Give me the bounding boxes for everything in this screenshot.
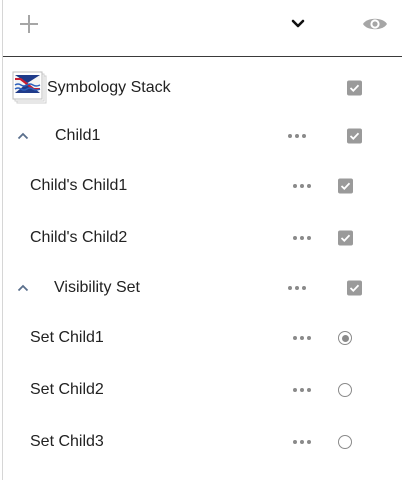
tree-row-set-child3[interactable]: Set Child3: [3, 422, 402, 462]
toolbar-divider: [3, 56, 402, 57]
visibility-checkbox[interactable]: [347, 128, 362, 144]
more-options-button[interactable]: [293, 233, 311, 243]
plus-icon: [20, 15, 38, 33]
tree-row-root[interactable]: Symbology Stack: [3, 68, 402, 108]
visibility-radio[interactable]: [338, 383, 352, 397]
radio-selected-dot: [341, 334, 349, 342]
tree-row-set-child1[interactable]: Set Child1: [3, 318, 402, 358]
more-options-button[interactable]: [293, 181, 311, 191]
tree-row-label: Child1: [55, 127, 101, 144]
tree-row-visibility-set[interactable]: Visibility Set: [3, 268, 402, 308]
checkmark-icon: [340, 182, 351, 190]
visibility-toggle-button[interactable]: [360, 10, 390, 38]
tree-row-set-child2[interactable]: Set Child2: [3, 370, 402, 410]
checkmark-icon: [349, 132, 360, 140]
collapse-caret-button[interactable]: [16, 131, 30, 141]
layer-stack-thumbnail: [12, 70, 48, 106]
eye-icon: [363, 18, 387, 30]
more-options-button[interactable]: [293, 385, 311, 395]
tree-row-label: Visibility Set: [54, 279, 140, 296]
visibility-radio[interactable]: [338, 331, 352, 345]
add-button[interactable]: [16, 11, 42, 37]
toolbar: [0, 0, 402, 57]
chevron-down-icon: [291, 19, 305, 28]
tree-row-label: Set Child1: [30, 329, 104, 346]
visibility-checkbox[interactable]: [347, 280, 362, 296]
checkmark-icon: [349, 284, 360, 292]
tree-row-childs-child1[interactable]: Child's Child1: [3, 166, 402, 206]
visibility-checkbox[interactable]: [338, 230, 353, 246]
tree-row-label: Set Child2: [30, 381, 104, 398]
tree-row-label: Set Child3: [30, 433, 104, 450]
chevron-up-icon: [17, 132, 29, 140]
tree-row-childs-child2[interactable]: Child's Child2: [3, 218, 402, 258]
visibility-checkbox[interactable]: [347, 80, 362, 96]
checkmark-icon: [349, 84, 360, 92]
more-options-button[interactable]: [293, 333, 311, 343]
more-options-button[interactable]: [293, 437, 311, 447]
more-options-button[interactable]: [288, 283, 306, 293]
more-options-button[interactable]: [288, 131, 306, 141]
tree-row-label: Child's Child1: [30, 177, 128, 194]
tree-row-label: Child's Child2: [30, 229, 128, 246]
checkmark-icon: [340, 234, 351, 242]
tree-row-label: Symbology Stack: [47, 79, 171, 96]
chevron-up-icon: [17, 284, 29, 292]
visibility-checkbox[interactable]: [338, 178, 353, 194]
collapse-caret-button[interactable]: [16, 283, 30, 293]
tree-row-child1[interactable]: Child1: [3, 116, 402, 156]
collapse-all-button[interactable]: [286, 12, 310, 36]
visibility-radio[interactable]: [338, 435, 352, 449]
